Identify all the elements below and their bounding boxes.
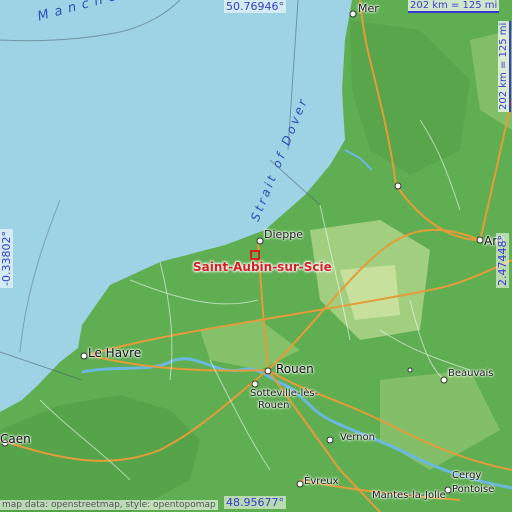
city-label-rouen: Rouen — [276, 362, 314, 376]
city-label-pontoise: Pontoise — [452, 484, 495, 495]
city-label-vernon: Vernon — [340, 432, 375, 443]
city-label-mer: Mer — [358, 2, 379, 15]
coord-left: -0.33802° — [0, 229, 13, 288]
map-attribution: map data: openstreetmap, style: opentopo… — [0, 500, 218, 510]
city-label-cergy: Cergy — [452, 470, 482, 481]
city-label-evreux: Évreux — [304, 476, 339, 487]
city-label-caen: Caen — [0, 432, 31, 446]
city-label-sotteville: Sotteville-lès- — [250, 388, 319, 399]
scale-bar-vertical: 202 km = 125 mi — [498, 20, 511, 112]
scale-bar-horizontal: 202 km = 125 mi — [408, 0, 500, 13]
city-label-le-havre: Le Havre — [88, 346, 142, 360]
city-label-sotteville-rouen: Rouen — [258, 400, 290, 411]
city-label-beauvais: Beauvais — [448, 368, 494, 379]
map-view[interactable]: Manche Strait of Dover Mer Dieppe Le Hav… — [0, 0, 512, 512]
city-label-dieppe: Dieppe — [264, 228, 304, 241]
city-label-mantes: Mantes-la-Jolie — [372, 490, 446, 501]
terrain-base — [0, 0, 512, 512]
coord-right: 2.47448° — [496, 233, 509, 288]
coord-bottom: 48.95677° — [224, 496, 286, 509]
focus-place-label: Saint-Aubin-sur-Scie — [193, 260, 332, 274]
coord-top: 50.76946° — [224, 0, 286, 13]
